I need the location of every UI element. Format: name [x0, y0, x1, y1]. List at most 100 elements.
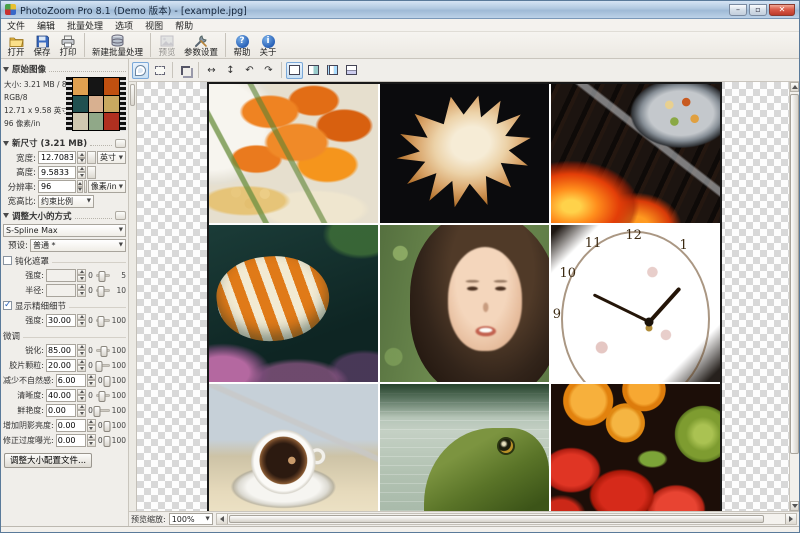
artifact-reduction-input[interactable] — [56, 374, 86, 387]
clarity-slider[interactable] — [96, 394, 110, 397]
help-button[interactable]: ? 帮助 — [229, 33, 255, 58]
preview-canvas[interactable]: 12 1 11 10 9 — [137, 82, 789, 511]
detail-strength-slider[interactable] — [96, 319, 110, 322]
brighten-shadows-stepper[interactable] — [87, 419, 96, 432]
split-horizontal-icon — [346, 65, 357, 75]
sharpness-stepper[interactable] — [77, 344, 86, 357]
split-vertical-view-button[interactable] — [305, 62, 322, 79]
split-horizontal-view-button[interactable] — [343, 62, 360, 79]
width-link-button[interactable] — [87, 151, 96, 164]
unsharp-mask-checkbox[interactable] — [3, 256, 12, 265]
clarity-input[interactable] — [46, 389, 76, 402]
fine-detail-checkbox[interactable] — [3, 301, 12, 310]
dual-view-button[interactable] — [324, 62, 341, 79]
open-button[interactable]: 打开 — [3, 33, 29, 58]
frog-eye — [497, 437, 515, 455]
new-size-options-button[interactable] — [115, 139, 126, 148]
maximize-button[interactable]: ▫ — [749, 4, 767, 16]
resolution-link-button[interactable] — [84, 180, 87, 193]
scroll-up-arrow[interactable] — [790, 82, 799, 92]
rotate-left-button[interactable]: ↶ — [241, 62, 258, 79]
photo-green-frog — [380, 384, 549, 511]
height-link-button[interactable] — [87, 166, 96, 179]
new-size-section-header[interactable]: 新尺寸 (3.21 MB) — [3, 137, 126, 149]
fix-overexposure-stepper[interactable] — [87, 434, 96, 447]
artifact-reduction-stepper[interactable] — [87, 374, 96, 387]
vividness-slider[interactable] — [96, 409, 110, 412]
fix-overexposure-slider[interactable] — [106, 439, 110, 442]
aspect-dropdown[interactable]: 约束比例 ▼ — [38, 195, 94, 208]
unsharp-radius-stepper — [77, 284, 86, 297]
scroll-right-arrow[interactable] — [785, 514, 796, 524]
sharpness-input[interactable] — [46, 344, 76, 357]
vertical-scroll-thumb[interactable] — [790, 94, 799, 454]
brighten-shadows-input[interactable] — [56, 419, 86, 432]
menu-view[interactable]: 视图 — [145, 19, 163, 32]
film-grain-slider[interactable] — [96, 364, 110, 367]
navigator-tool-button[interactable] — [132, 62, 149, 79]
collapse-arrow-icon — [3, 141, 9, 146]
film-grain-label: 胶片颗粒: — [3, 360, 45, 371]
crop-tool-button[interactable] — [177, 62, 194, 79]
rotate-right-button[interactable]: ↷ — [260, 62, 277, 79]
splitter-grip[interactable] — [130, 84, 135, 106]
menu-options[interactable]: 选项 — [115, 19, 133, 32]
fish-shape — [212, 249, 334, 348]
method-options-button[interactable] — [115, 211, 126, 220]
menu-edit[interactable]: 编辑 — [37, 19, 55, 32]
batch-stack-icon — [110, 34, 125, 48]
minimize-button[interactable]: – — [729, 4, 747, 16]
single-view-button[interactable] — [286, 62, 303, 79]
flip-horizontal-button[interactable]: ↔ — [203, 62, 220, 79]
menu-file[interactable]: 文件 — [7, 19, 25, 32]
zoom-bar: 预览缩放: 100% ▼ — [129, 511, 799, 526]
fix-overexposure-input[interactable] — [56, 434, 86, 447]
close-button[interactable]: ✕ — [769, 4, 795, 16]
new-batch-button[interactable]: 新建批量处理 — [88, 33, 147, 58]
original-image-info: 大小: 3.21 MB / 863.11 KB RGB/8 12.71 x 9.… — [4, 78, 68, 130]
panel-splitter[interactable] — [129, 82, 137, 511]
preset-dropdown[interactable]: 普通 * ▼ — [30, 239, 126, 252]
algorithm-dropdown[interactable]: S-Spline Max ▼ — [3, 224, 126, 237]
detail-strength-input[interactable] — [46, 314, 76, 327]
vertical-scrollbar[interactable] — [789, 82, 799, 511]
clarity-stepper[interactable] — [77, 389, 86, 402]
scroll-down-arrow[interactable] — [790, 501, 799, 511]
artifact-reduction-label: 减少不自然感: — [3, 375, 55, 386]
horizontal-scroll-thumb[interactable] — [229, 515, 764, 523]
detail-strength-stepper[interactable] — [77, 314, 86, 327]
sharpness-label: 锐化: — [3, 345, 45, 356]
sharpness-slider[interactable] — [96, 349, 110, 352]
original-image-section-header[interactable]: 原始图像 — [3, 63, 126, 75]
vividness-input[interactable] — [46, 404, 76, 417]
info-icon: i — [262, 35, 275, 48]
brighten-shadows-slider[interactable] — [106, 424, 110, 427]
vividness-stepper[interactable] — [77, 404, 86, 417]
flip-vertical-button[interactable]: ↕ — [222, 62, 239, 79]
menu-help[interactable]: 帮助 — [175, 19, 193, 32]
print-button[interactable]: 打印 — [55, 33, 81, 58]
chevron-down-icon: ▼ — [119, 242, 123, 248]
height-stepper[interactable] — [77, 166, 86, 179]
settings-button[interactable]: 参数设置 — [180, 33, 222, 58]
resize-method-section-header[interactable]: 调整大小的方式 — [3, 210, 126, 222]
save-button[interactable]: 保存 — [29, 33, 55, 58]
resolution-unit-dropdown[interactable]: 像素/in ▼ — [88, 180, 126, 193]
film-grain-input[interactable] — [46, 359, 76, 372]
about-button[interactable]: i 关于 — [255, 33, 281, 58]
width-input[interactable] — [38, 151, 76, 164]
resolution-input[interactable] — [38, 180, 76, 193]
resolution-stepper[interactable] — [77, 180, 83, 193]
horizontal-scrollbar[interactable] — [216, 513, 797, 525]
resize-profiles-button[interactable]: 调整大小配置文件... — [4, 453, 92, 468]
film-grain-stepper[interactable] — [77, 359, 86, 372]
selection-tool-button[interactable] — [151, 62, 168, 79]
artifact-reduction-slider[interactable] — [106, 379, 110, 382]
unit-dropdown[interactable]: 英寸 ▼ — [97, 151, 126, 164]
zoom-dropdown[interactable]: 100% ▼ — [169, 513, 213, 525]
width-stepper[interactable] — [77, 151, 86, 164]
toolbar-separator — [150, 33, 151, 57]
height-input[interactable] — [38, 166, 76, 179]
menu-batch[interactable]: 批量处理 — [67, 19, 103, 32]
scroll-left-arrow[interactable] — [217, 514, 228, 524]
